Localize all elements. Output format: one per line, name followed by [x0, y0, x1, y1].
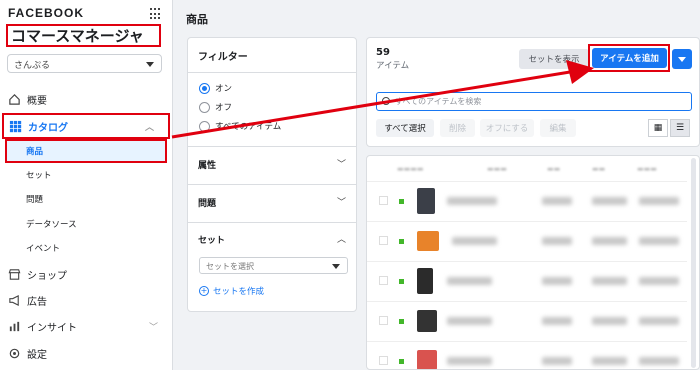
annotation-arrow: [171, 60, 594, 139]
